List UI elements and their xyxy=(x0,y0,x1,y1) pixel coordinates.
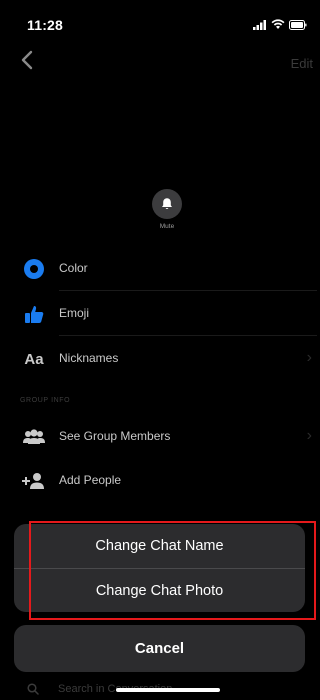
chevron-left-icon xyxy=(21,50,33,70)
color-icon xyxy=(22,257,46,281)
chevron-right-icon: › xyxy=(306,349,312,366)
group-item-label: See Group Members xyxy=(59,429,171,443)
group-item-see-members[interactable]: See Group Members › xyxy=(0,415,317,459)
status-icons xyxy=(253,19,307,30)
status-time: 11:28 xyxy=(27,17,64,33)
edit-button[interactable]: Edit xyxy=(291,56,313,71)
search-icon xyxy=(27,682,39,700)
bell-icon xyxy=(162,198,172,209)
section-header-group-info: GROUP INFO xyxy=(20,397,71,404)
settings-item-label: Emoji xyxy=(59,306,90,320)
chevron-right-icon: › xyxy=(306,427,312,444)
nicknames-icon: Aa xyxy=(24,350,44,368)
mute-circle xyxy=(152,189,182,219)
settings-item-emoji[interactable]: Emoji xyxy=(0,292,317,336)
group-members-icon xyxy=(22,425,46,449)
battery-icon xyxy=(289,19,307,30)
wifi-icon xyxy=(271,19,285,29)
divider xyxy=(59,290,317,291)
thumbs-up-icon xyxy=(22,302,46,326)
signal-icon xyxy=(253,19,266,30)
cancel-button[interactable]: Cancel xyxy=(14,625,305,672)
search-row[interactable]: Search in Conversation xyxy=(0,678,317,696)
add-person-icon xyxy=(22,469,46,493)
settings-item-nicknames[interactable]: Aa Nicknames › xyxy=(0,337,317,381)
divider xyxy=(59,335,317,336)
highlight-annotation xyxy=(29,521,316,620)
home-indicator[interactable] xyxy=(116,688,220,692)
back-button[interactable] xyxy=(20,50,40,74)
settings-item-label: Nicknames xyxy=(59,351,119,365)
group-item-label: Add People xyxy=(59,473,122,487)
settings-item-color[interactable]: Color xyxy=(0,247,317,291)
mute-label: Mute xyxy=(159,223,175,230)
group-item-add-people[interactable]: Add People xyxy=(0,459,317,503)
settings-item-label: Color xyxy=(59,261,88,275)
mute-button[interactable]: Mute xyxy=(149,189,185,230)
status-bar: 11:28 xyxy=(0,0,317,44)
